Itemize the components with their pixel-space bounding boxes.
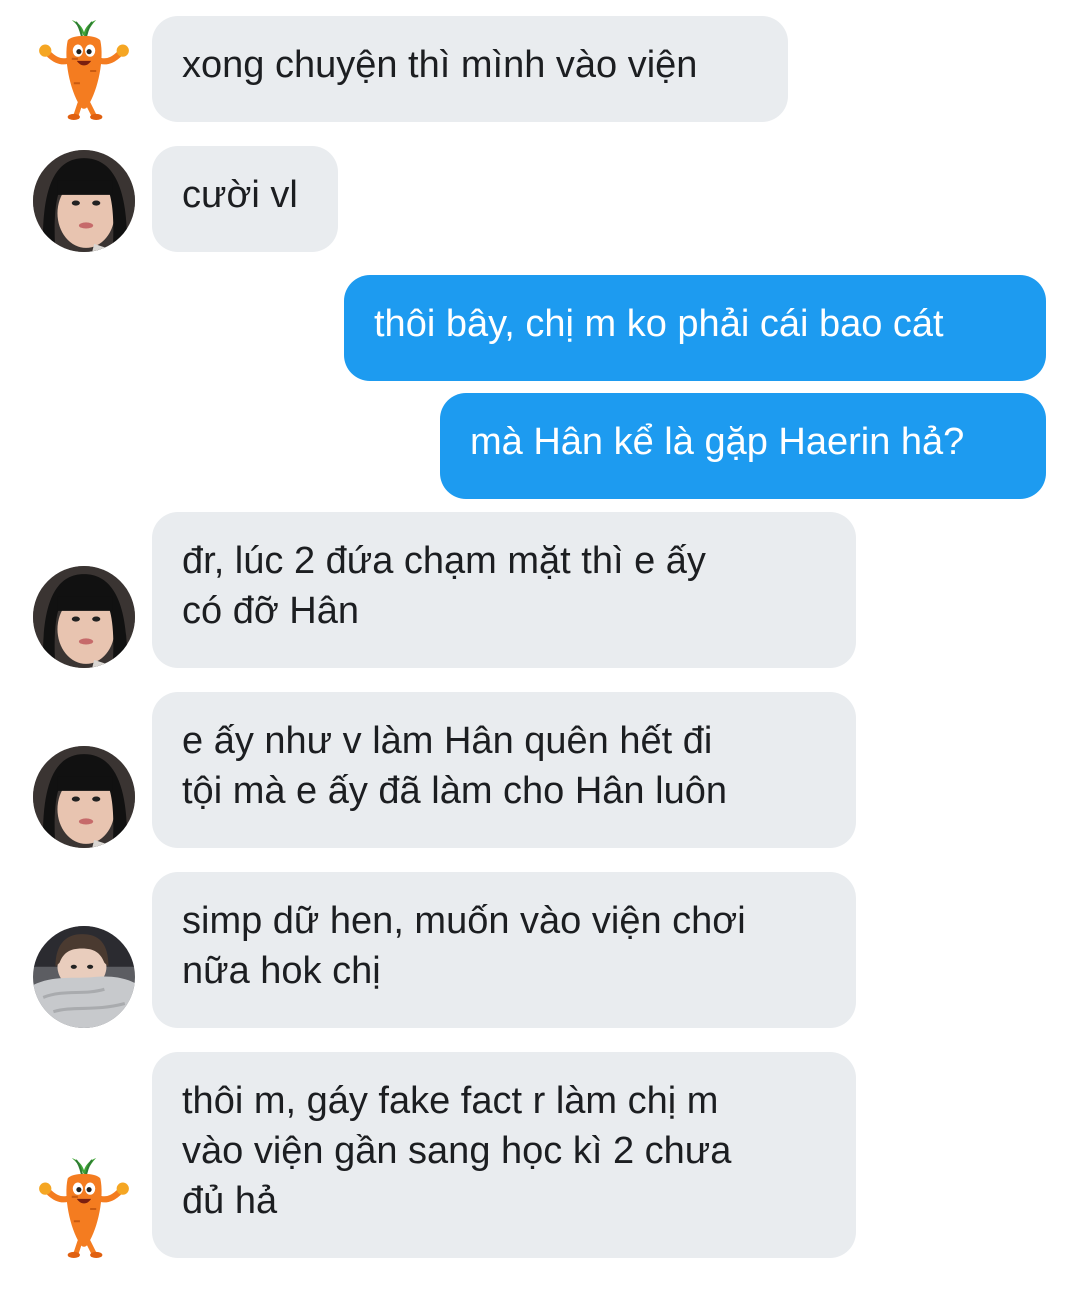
incoming-message-bubble[interactable]: xong chuyện thì mình vào viện: [152, 16, 788, 122]
profile-photo-avatar[interactable]: [33, 926, 135, 1028]
outgoing-message-bubble[interactable]: thôi bây, chị m ko phải cái bao cát: [344, 275, 1046, 381]
incoming-message-bubble[interactable]: simp dữ hen, muốn vào viện chơi nữa hok …: [152, 872, 856, 1028]
outgoing-message-bubble[interactable]: mà Hân kể là gặp Haerin hả?: [440, 393, 1046, 499]
profile-photo-avatar[interactable]: [33, 566, 135, 668]
carrot-mascot-icon[interactable]: [33, 1156, 135, 1258]
incoming-message-bubble[interactable]: thôi m, gáy fake fact r làm chị m vào vi…: [152, 1052, 856, 1258]
carrot-mascot-icon[interactable]: [33, 18, 135, 120]
incoming-message-bubble[interactable]: đr, lúc 2 đứa chạm mặt thì e ấy có đỡ Hâ…: [152, 512, 856, 668]
profile-photo-avatar[interactable]: [33, 746, 135, 848]
incoming-message-bubble[interactable]: cười vl: [152, 146, 338, 252]
profile-photo-avatar[interactable]: [33, 150, 135, 252]
incoming-message-bubble[interactable]: e ấy như v làm Hân quên hết đi tội mà e …: [152, 692, 856, 848]
